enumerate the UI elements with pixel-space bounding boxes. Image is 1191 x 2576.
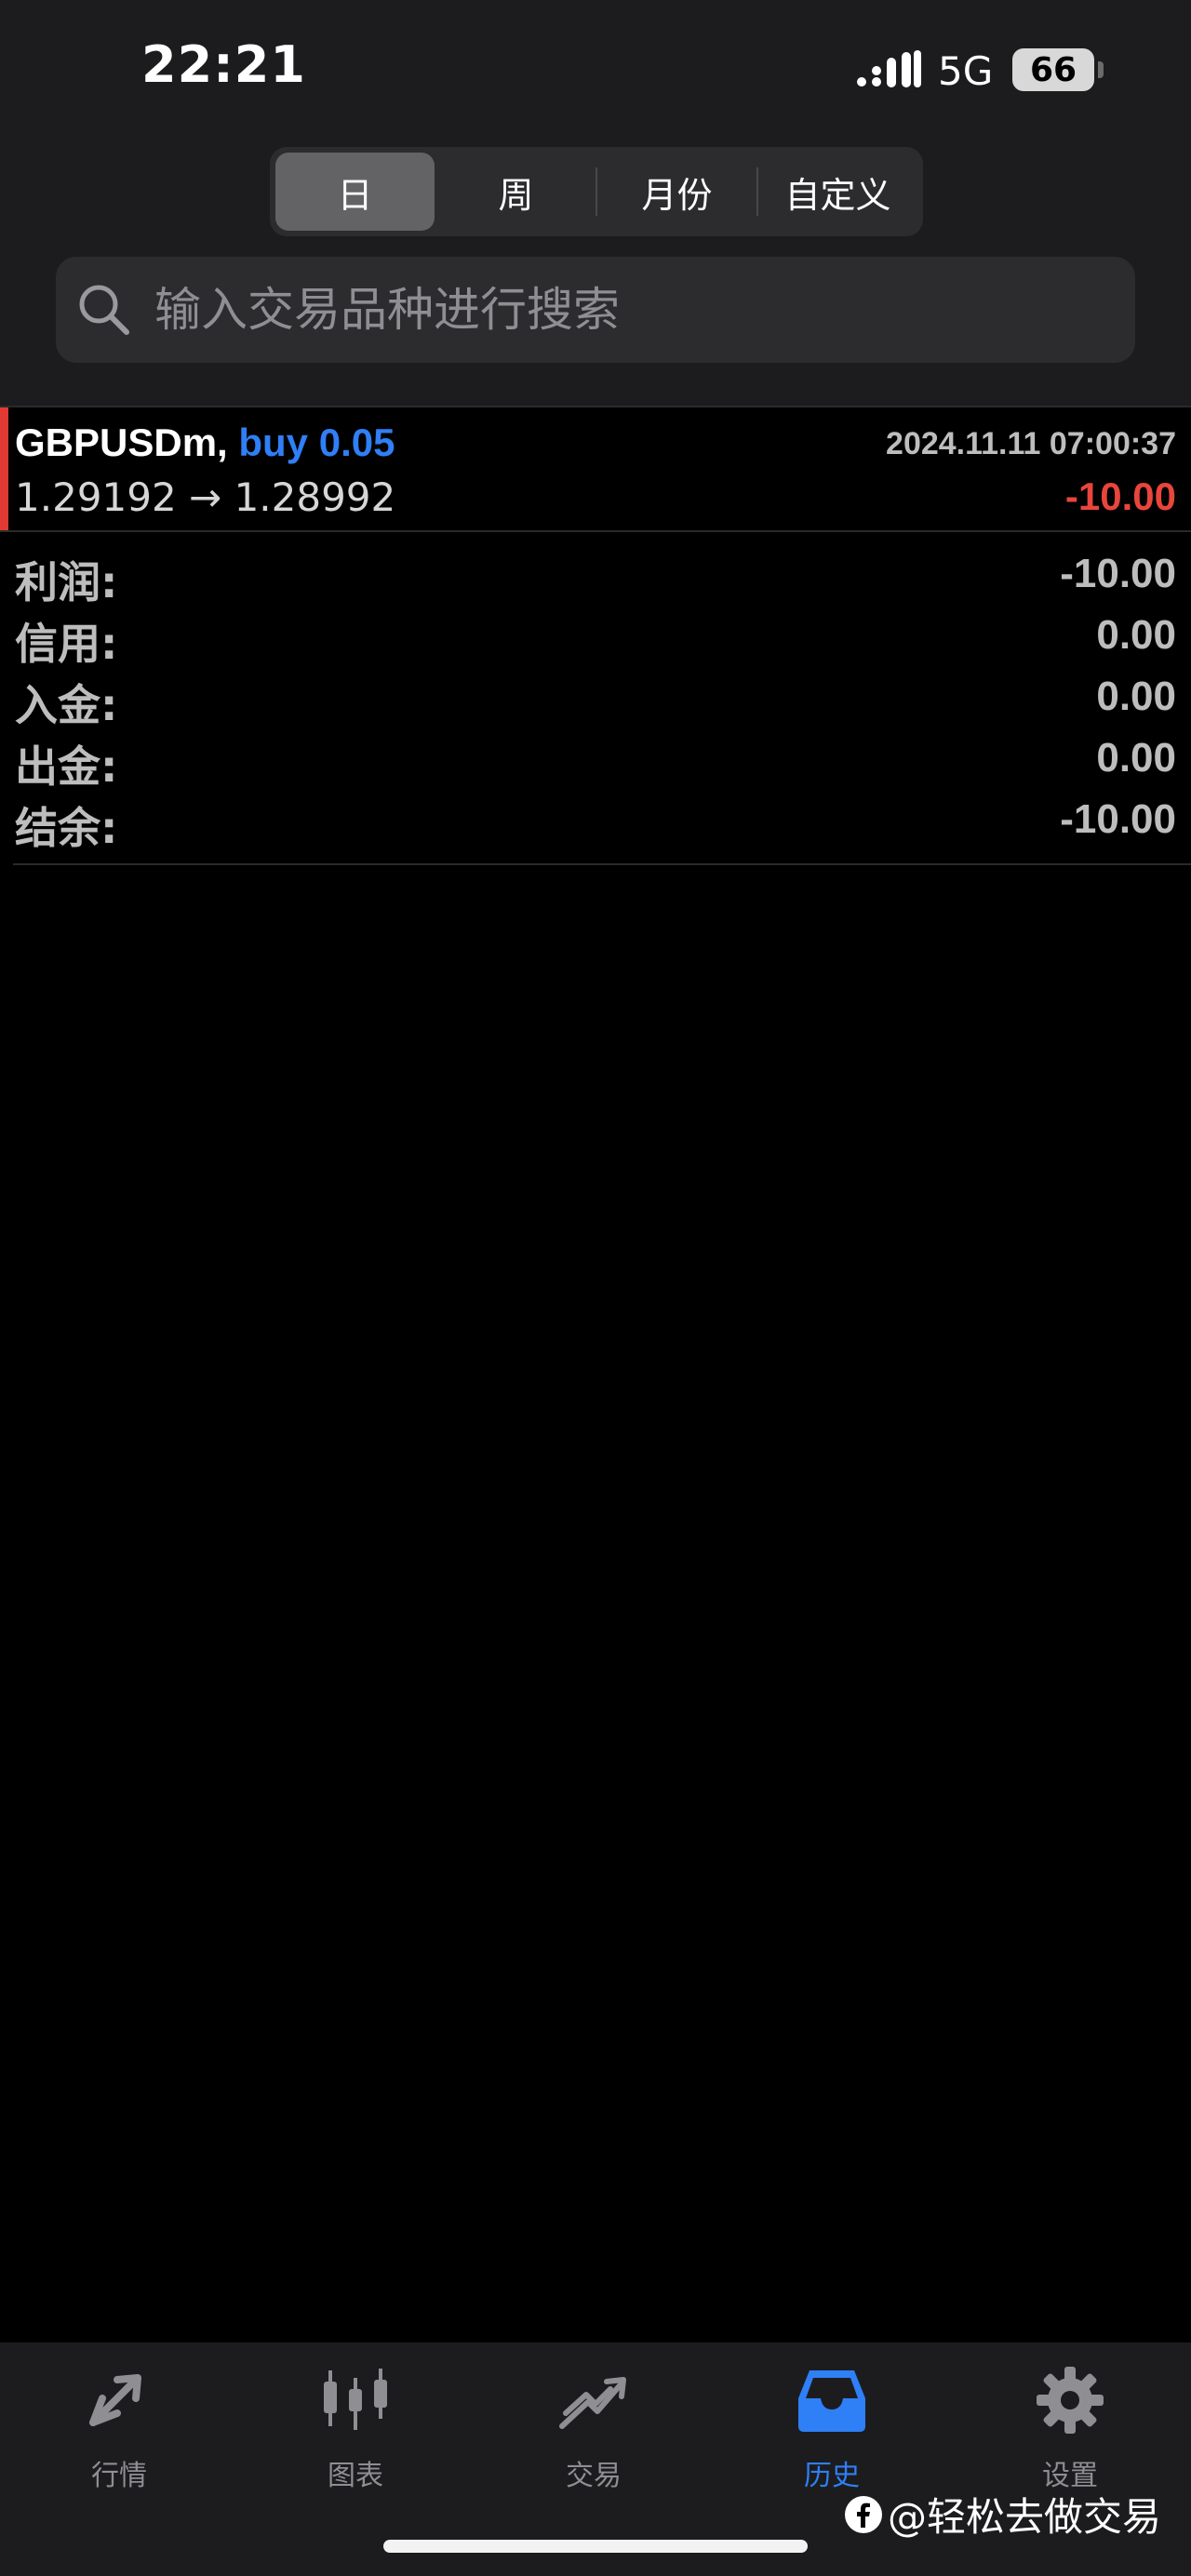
summary-value: -10.00 <box>1060 796 1176 842</box>
settings-icon <box>1037 2367 1104 2434</box>
trade-direction-indicator <box>0 407 8 530</box>
summary-label: 入金: <box>15 680 118 730</box>
battery-tip <box>1098 61 1104 78</box>
trade-profit: -10.00 <box>1064 474 1176 518</box>
trade-time: 2024.11.11 07:00:37 <box>886 426 1176 461</box>
summary-row-deposit: 入金: 0.00 <box>0 668 1191 730</box>
trade-side: buy 0.05 <box>238 420 395 464</box>
period-tab-custom[interactable]: 自定义 <box>758 153 917 231</box>
quotes-icon <box>89 2374 141 2426</box>
trade-row[interactable]: GBPUSDm, buy 0.05 2024.11.11 07:00:37 1.… <box>0 407 1191 530</box>
divider <box>13 863 1191 865</box>
signal-strength-icon <box>857 50 921 87</box>
summary-row-credit: 信用: 0.00 <box>0 607 1191 669</box>
period-tab-day[interactable]: 日 <box>275 153 435 231</box>
trade-symbol: GBPUSDm, <box>15 420 228 464</box>
summary-value: 0.00 <box>1096 612 1176 658</box>
summary-value: 0.00 <box>1096 674 1176 719</box>
summary-section: 利润: -10.00 信用: 0.00 入金: 0.00 出金: 0.00 结余… <box>0 545 1191 853</box>
search-input[interactable] <box>153 282 1105 338</box>
divider <box>0 530 1191 532</box>
watermark: @轻松去做交易 <box>843 2486 1161 2543</box>
watermark-text: @轻松去做交易 <box>888 2494 1162 2540</box>
tab-label: 交易 <box>566 2460 622 2492</box>
summary-label: 利润: <box>15 557 118 607</box>
battery-icon: 66 <box>1012 48 1094 91</box>
tab-label: 图表 <box>328 2460 383 2492</box>
summary-label: 出金: <box>15 741 118 792</box>
period-tab-week[interactable]: 周 <box>436 153 596 231</box>
search-bar[interactable] <box>56 257 1135 363</box>
home-indicator[interactable] <box>383 2540 808 2553</box>
chart-icon <box>324 2369 387 2430</box>
tab-quotes[interactable]: 行情 <box>26 2361 212 2501</box>
history-icon <box>798 2370 865 2432</box>
summary-row-profit: 利润: -10.00 <box>0 545 1191 607</box>
summary-value: -10.00 <box>1060 551 1176 596</box>
facebook-icon <box>845 2495 882 2533</box>
tab-settings[interactable]: 设置 <box>977 2361 1163 2501</box>
summary-label: 信用: <box>15 619 118 669</box>
status-time: 22:21 <box>141 35 306 94</box>
summary-row-balance: 结余: -10.00 <box>0 791 1191 853</box>
network-type: 5G <box>938 48 994 94</box>
summary-label: 结余: <box>15 803 118 853</box>
tab-trade[interactable]: 交易 <box>501 2361 687 2501</box>
summary-value: 0.00 <box>1096 735 1176 781</box>
tab-label: 行情 <box>91 2460 147 2492</box>
search-icon <box>79 285 129 335</box>
trade-prices: 1.29192 → 1.28992 <box>15 474 396 520</box>
trade-symbol-line: GBPUSDm, buy 0.05 <box>15 420 395 465</box>
trade-icon <box>559 2377 626 2429</box>
tab-history[interactable]: 历史 <box>739 2361 925 2501</box>
period-selector: 日 周 月份 自定义 <box>270 147 923 236</box>
summary-row-withdrawal: 出金: 0.00 <box>0 729 1191 792</box>
tab-chart[interactable]: 图表 <box>262 2361 448 2501</box>
period-tab-month[interactable]: 月份 <box>597 153 756 231</box>
battery-level: 66 <box>1029 50 1077 89</box>
